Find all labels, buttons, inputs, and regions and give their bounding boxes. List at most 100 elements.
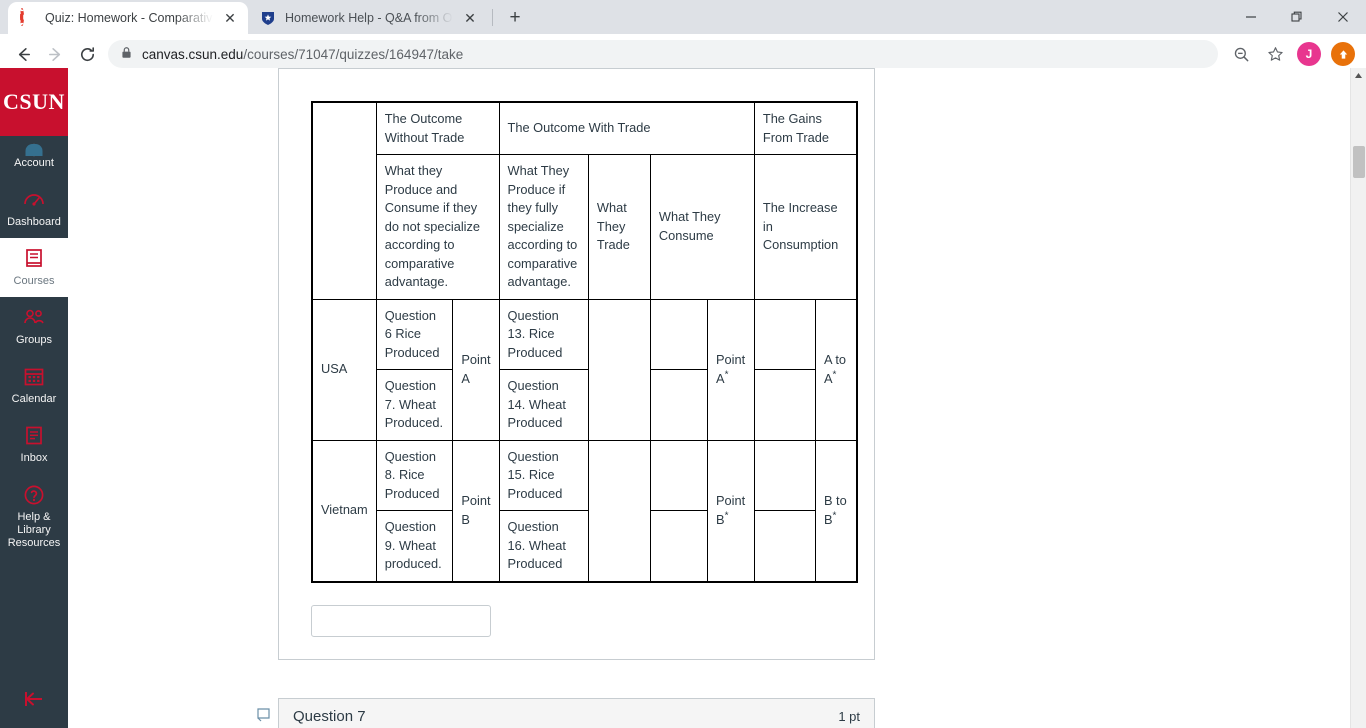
next-question-header: Question 7 1 pt bbox=[279, 699, 874, 728]
back-icon[interactable] bbox=[8, 39, 38, 69]
table-header-row-2: What they Produce and Consume if they do… bbox=[312, 154, 858, 300]
flag-icon[interactable] bbox=[257, 707, 270, 723]
sidebar-item-groups[interactable]: Groups bbox=[0, 297, 68, 356]
forward-icon[interactable] bbox=[40, 39, 70, 69]
cell-no-trade-wheat: Question 9. Wheat produced. bbox=[375, 510, 454, 582]
scrollbar-thumb[interactable] bbox=[1353, 146, 1365, 178]
cell-point-consume: Point A* bbox=[707, 298, 755, 441]
tab-quiz-homework[interactable]: Quiz: Homework - Comparative A ✕ bbox=[8, 2, 248, 34]
lock-icon bbox=[120, 46, 133, 62]
cell-increase-top bbox=[753, 298, 816, 370]
new-tab-button[interactable]: + bbox=[501, 4, 529, 32]
cell-country: USA bbox=[311, 298, 377, 441]
courses-book-icon bbox=[21, 246, 47, 272]
question-points: 1 pt bbox=[838, 708, 860, 724]
cell-consume-bottom bbox=[649, 510, 709, 582]
sidebar-item-dashboard[interactable]: Dashboard bbox=[0, 179, 68, 238]
reload-icon[interactable] bbox=[72, 39, 102, 69]
canvas-icon bbox=[20, 8, 36, 26]
table-row: USA Question 6 Rice Produced Point A Que… bbox=[311, 298, 858, 441]
comparative-advantage-table: The Outcome Without Trade The Outcome Wi… bbox=[311, 101, 858, 583]
cell-gain: A to A* bbox=[814, 298, 858, 441]
cell-what-they-trade bbox=[587, 298, 651, 441]
cell-increase-bottom bbox=[753, 369, 816, 441]
url-text: canvas.csun.edu/courses/71047/quizzes/16… bbox=[142, 47, 463, 62]
tab-homework-help[interactable]: Homework Help - Q&A from Onl ✕ bbox=[248, 2, 488, 34]
window-controls bbox=[1228, 0, 1366, 34]
scroll-up-arrow-icon[interactable] bbox=[1351, 68, 1366, 82]
tab-title: Quiz: Homework - Comparative A bbox=[45, 11, 213, 25]
header-what-they-consume: What They Consume bbox=[649, 154, 755, 300]
zoom-out-icon[interactable] bbox=[1226, 39, 1256, 69]
question-card: The Outcome Without Trade The Outcome Wi… bbox=[278, 68, 875, 660]
sidebar-item-label: Calendar bbox=[11, 393, 57, 405]
minimize-icon[interactable] bbox=[1228, 0, 1274, 34]
toolbar-right-actions: J bbox=[1226, 39, 1358, 69]
sidebar-item-inbox[interactable]: Inbox bbox=[0, 415, 68, 474]
profile-avatar[interactable]: J bbox=[1294, 39, 1324, 69]
page-scrollbar[interactable] bbox=[1350, 68, 1366, 728]
header-gains-from-trade: The Gains From Trade bbox=[753, 101, 858, 155]
cell-point-no-trade: Point A bbox=[452, 298, 500, 441]
corner-cell bbox=[311, 101, 377, 300]
next-question-card: Question 7 1 pt bbox=[257, 697, 875, 728]
calendar-icon bbox=[21, 364, 47, 390]
cell-increase-bottom bbox=[753, 510, 816, 582]
cell-trade-wheat: Question 14. Wheat Produced bbox=[498, 369, 589, 441]
cell-consume-top bbox=[649, 298, 709, 370]
sidebar-item-calendar[interactable]: Calendar bbox=[0, 356, 68, 415]
cell-consume-top bbox=[649, 439, 709, 511]
help-question-icon bbox=[21, 482, 47, 508]
answer-input[interactable] bbox=[311, 604, 491, 637]
sidebar-item-courses[interactable]: Courses bbox=[0, 238, 68, 297]
cell-consume-bottom bbox=[649, 369, 709, 441]
quiz-content-area: The Outcome Without Trade The Outcome Wi… bbox=[68, 68, 1366, 728]
url-host: canvas.csun.edu bbox=[142, 46, 244, 62]
table-row: Question 7. Wheat Produced. Question 14.… bbox=[312, 369, 857, 441]
cell-trade-rice: Question 13. Rice Produced bbox=[498, 298, 589, 370]
cell-no-trade-wheat: Question 7. Wheat Produced. bbox=[375, 369, 454, 441]
update-icon[interactable] bbox=[1328, 39, 1358, 69]
cell-point-consume: Point B* bbox=[707, 439, 755, 582]
close-icon[interactable] bbox=[1320, 0, 1366, 34]
header-produce-specialize: What They Produce if they fully speciali… bbox=[498, 154, 589, 300]
cell-country: Vietnam bbox=[311, 439, 377, 582]
sidebar-item-label: Inbox bbox=[20, 452, 48, 464]
header-what-they-trade: What They Trade bbox=[587, 154, 651, 300]
chegg-shield-icon bbox=[260, 10, 276, 26]
sidebar-item-label: Courses bbox=[13, 275, 55, 287]
sidebar-item-label: Account bbox=[14, 157, 54, 169]
sidebar-item-help[interactable]: Help & Library Resources bbox=[0, 474, 68, 559]
sidebar-item-label: Groups bbox=[15, 334, 53, 346]
sidebar-item-label: Dashboard bbox=[7, 216, 61, 228]
user-avatar-icon bbox=[25, 143, 43, 157]
header-produce-consume: What they Produce and Consume if they do… bbox=[375, 154, 500, 300]
table-row: Question 9. Wheat produced. Question 16.… bbox=[312, 510, 857, 582]
cell-point-no-trade: Point B bbox=[452, 439, 500, 582]
cell-no-trade-rice: Question 6 Rice Produced bbox=[375, 298, 454, 370]
csun-logo[interactable]: CSUN bbox=[0, 68, 68, 136]
address-bar[interactable]: canvas.csun.edu/courses/71047/quizzes/16… bbox=[108, 40, 1218, 68]
header-with-trade: The Outcome With Trade bbox=[498, 101, 755, 155]
sidebar-item-account[interactable]: Account bbox=[0, 136, 68, 179]
url-path: /courses/71047/quizzes/164947/take bbox=[243, 46, 464, 62]
table-row: Vietnam Question 8. Rice Produced Point … bbox=[311, 439, 858, 582]
maximize-icon[interactable] bbox=[1274, 0, 1320, 34]
table-header-row-1: The Outcome Without Trade The Outcome Wi… bbox=[311, 101, 858, 300]
cell-what-they-trade bbox=[587, 439, 651, 582]
canvas-global-nav: CSUN Account Dashboard Courses Groups Ca… bbox=[0, 68, 68, 728]
cell-trade-rice: Question 15. Rice Produced bbox=[498, 439, 589, 511]
tab-divider bbox=[492, 8, 493, 26]
header-without-trade: The Outcome Without Trade bbox=[375, 101, 500, 155]
header-increase-in-consumption: The Increase in Consumption bbox=[753, 154, 858, 300]
star-icon[interactable] bbox=[1260, 39, 1290, 69]
collapse-nav-icon[interactable] bbox=[0, 688, 68, 710]
close-icon[interactable]: ✕ bbox=[222, 10, 238, 26]
close-icon[interactable]: ✕ bbox=[462, 10, 478, 26]
sidebar-item-label: Help & Library Resources bbox=[7, 511, 61, 549]
groups-people-icon bbox=[21, 305, 47, 331]
cell-no-trade-rice: Question 8. Rice Produced bbox=[375, 439, 454, 511]
page-viewport: CSUN Account Dashboard Courses Groups Ca… bbox=[0, 68, 1366, 728]
cell-trade-wheat: Question 16. Wheat Produced bbox=[498, 510, 589, 582]
browser-window: Quiz: Homework - Comparative A ✕ Homewor… bbox=[0, 0, 1366, 728]
